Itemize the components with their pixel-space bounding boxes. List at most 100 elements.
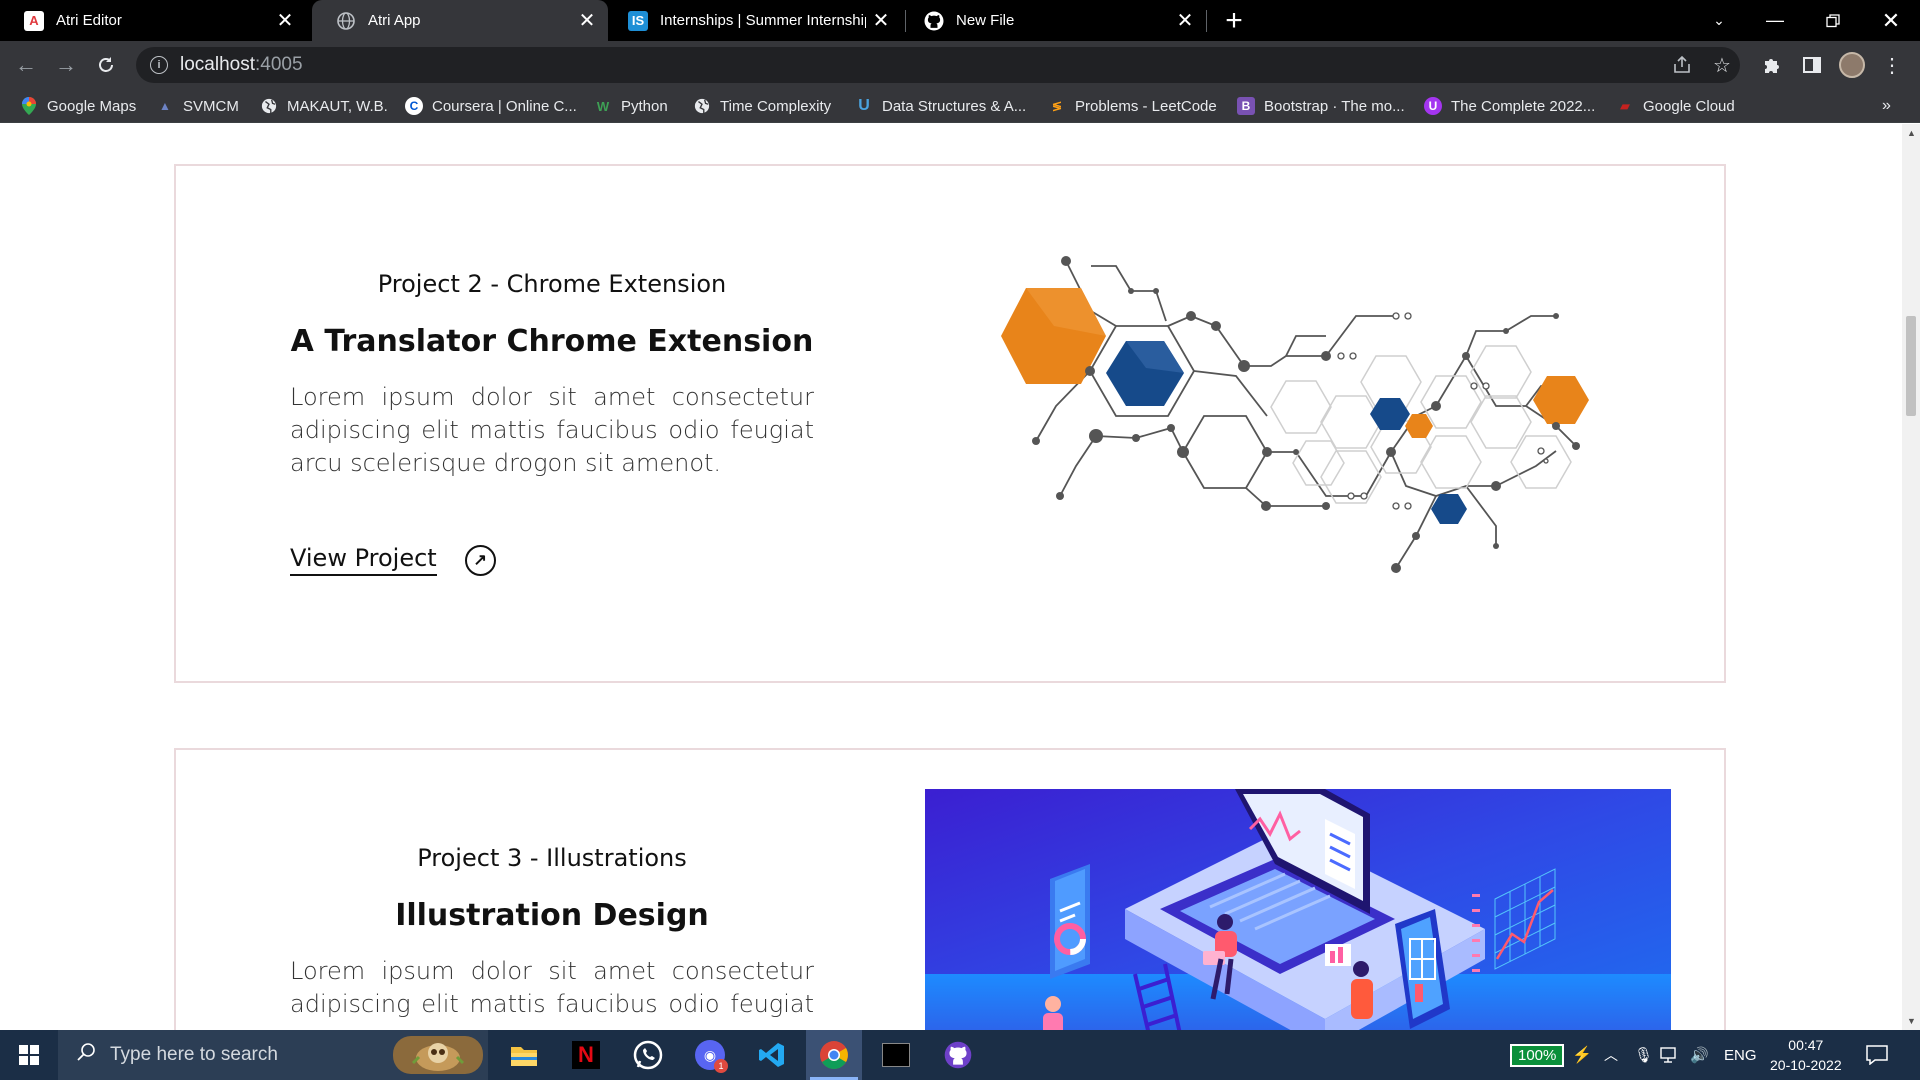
extensions-puzzle-icon[interactable] bbox=[1756, 49, 1788, 81]
search-highlight-sloth-icon bbox=[393, 1036, 483, 1074]
vscode-icon[interactable] bbox=[744, 1030, 800, 1080]
discord-icon[interactable]: ◉ 1 bbox=[682, 1030, 738, 1080]
globe-icon bbox=[260, 97, 278, 115]
project-kicker: Project 3 - Illustrations bbox=[417, 844, 687, 872]
search-icon bbox=[76, 1042, 96, 1068]
maps-pin-icon bbox=[20, 97, 38, 115]
share-icon[interactable] bbox=[1666, 49, 1698, 81]
project-heading: Illustration Design bbox=[395, 898, 709, 933]
view-project-link[interactable]: View Project ↗ bbox=[290, 544, 496, 576]
arrow-up-right-icon[interactable]: ↗ bbox=[464, 544, 496, 576]
profile-avatar[interactable] bbox=[1836, 49, 1868, 81]
udemy-icon: U bbox=[858, 97, 870, 114]
tab-atri-app[interactable]: Atri App ✕ bbox=[312, 0, 608, 41]
new-tab-button[interactable]: + bbox=[1218, 0, 1250, 41]
project-description: Lorem ipsum dolor sit amet consectetur a… bbox=[290, 957, 814, 1030]
bookmark-google-cloud[interactable]: ▰ Google Cloud bbox=[1616, 89, 1734, 123]
reload-icon[interactable] bbox=[90, 49, 122, 81]
page-viewport: Project 2 - Chrome Extension A Translato… bbox=[0, 124, 1902, 1030]
atri-logo-icon: A bbox=[24, 10, 44, 31]
github-icon bbox=[924, 11, 944, 31]
menu-kebab-icon[interactable]: ⋮ bbox=[1876, 49, 1908, 81]
clock-date: 20-10-2022 bbox=[1770, 1057, 1842, 1073]
show-hidden-icons-chevron-icon[interactable]: ︿ bbox=[1604, 1030, 1618, 1080]
search-placeholder: Type here to search bbox=[110, 1044, 278, 1065]
scrollbar-thumb[interactable] bbox=[1906, 316, 1916, 416]
bookmark-google-maps[interactable]: Google Maps bbox=[20, 89, 136, 123]
tab-title: Internships | Summer Internship 2 bbox=[660, 12, 866, 29]
close-tab-icon[interactable]: ✕ bbox=[866, 8, 896, 33]
github-desktop-icon[interactable] bbox=[930, 1030, 986, 1080]
bookmark-label: Time Complexity bbox=[720, 97, 832, 115]
site-info-icon[interactable]: i bbox=[150, 56, 168, 74]
tab-title: New File bbox=[956, 12, 1015, 29]
close-window-button[interactable]: ✕ bbox=[1866, 0, 1916, 41]
bookmark-label: Coursera | Online C... bbox=[432, 97, 577, 115]
bookmark-label: SVMCM bbox=[183, 97, 239, 115]
bookmark-complete-2022[interactable]: U The Complete 2022... bbox=[1424, 89, 1595, 123]
tab-new-file[interactable]: New File ✕ bbox=[900, 0, 1206, 41]
battery-indicator[interactable]: 100% ⚡ bbox=[1510, 1030, 1592, 1080]
restore-button[interactable] bbox=[1808, 0, 1858, 41]
scroll-down-arrow-icon[interactable]: ▼ bbox=[1907, 1016, 1916, 1026]
chrome-icon[interactable] bbox=[806, 1030, 862, 1080]
minimize-button[interactable]: — bbox=[1750, 0, 1800, 41]
close-tab-icon[interactable]: ✕ bbox=[572, 8, 602, 33]
close-tab-icon[interactable]: ✕ bbox=[270, 8, 300, 33]
bookmark-leetcode[interactable]: ≶ Problems - LeetCode bbox=[1048, 89, 1217, 123]
w3-icon: W bbox=[596, 98, 610, 114]
page-scrollbar[interactable]: ▲ ▼ bbox=[1902, 124, 1920, 1030]
bookmark-time-complexity[interactable]: Time Complexity bbox=[693, 89, 831, 123]
taskbar-search-box[interactable]: Type here to search bbox=[58, 1030, 488, 1080]
internshala-icon: IS bbox=[628, 10, 648, 31]
tab-atri-editor[interactable]: A Atri Editor ✕ bbox=[0, 0, 306, 41]
bookmark-data-structures[interactable]: U Data Structures & A... bbox=[855, 89, 1026, 123]
more-bookmarks-chevron-icon[interactable]: » bbox=[1882, 89, 1891, 123]
address-bar[interactable]: i localhost:4005 bbox=[136, 47, 1740, 83]
tab-internships[interactable]: IS Internships | Summer Internship 2 ✕ bbox=[604, 0, 902, 41]
file-explorer-icon[interactable] bbox=[496, 1030, 552, 1080]
udemy-icon: U bbox=[1424, 97, 1442, 115]
netflix-icon[interactable]: N bbox=[558, 1030, 614, 1080]
coursera-icon: C bbox=[405, 97, 423, 115]
microphone-icon[interactable]: 🎙 bbox=[1634, 1030, 1653, 1080]
bookmark-python[interactable]: W Python bbox=[594, 89, 668, 123]
tab-title: Atri App bbox=[368, 12, 421, 29]
bookmark-label: Problems - LeetCode bbox=[1075, 97, 1217, 115]
terminal-icon[interactable] bbox=[868, 1030, 924, 1080]
project-description: Lorem ipsum dolor sit amet consectetur a… bbox=[290, 383, 814, 477]
leetcode-icon: ≶ bbox=[1051, 99, 1063, 113]
close-tab-icon[interactable]: ✕ bbox=[1170, 8, 1200, 33]
view-project-label[interactable]: View Project bbox=[290, 544, 437, 576]
battery-percent: 100% bbox=[1510, 1043, 1565, 1067]
cloud-icon: ▰ bbox=[1620, 99, 1630, 113]
tab-search-icon[interactable]: ⌄ bbox=[1694, 0, 1744, 41]
bookmark-star-icon[interactable]: ☆ bbox=[1706, 49, 1738, 81]
bookmark-coursera[interactable]: C Coursera | Online C... bbox=[405, 89, 577, 123]
whatsapp-icon[interactable] bbox=[620, 1030, 676, 1080]
language-indicator[interactable]: ENG bbox=[1724, 1030, 1757, 1080]
windows-start-icon[interactable] bbox=[0, 1030, 58, 1080]
bookmark-label: Bootstrap · The mo... bbox=[1264, 97, 1405, 115]
bookmark-label: Python bbox=[621, 97, 668, 115]
clock[interactable]: 00:47 20-10-2022 bbox=[1770, 1030, 1842, 1080]
notifications-icon[interactable] bbox=[1866, 1030, 1888, 1080]
bookmark-svmcm[interactable]: ▲ SVMCM bbox=[156, 89, 239, 123]
scroll-up-arrow-icon[interactable]: ▲ bbox=[1907, 128, 1916, 138]
hexagon-network-illustration bbox=[1001, 256, 1589, 573]
clock-time: 00:47 bbox=[1788, 1037, 1824, 1053]
volume-icon[interactable]: 🔊 bbox=[1690, 1030, 1709, 1080]
project-card-2: Project 2 - Chrome Extension A Translato… bbox=[174, 164, 1726, 683]
project-card-3: Project 3 - Illustrations Illustration D… bbox=[174, 748, 1726, 1030]
forward-arrow-icon[interactable]: → bbox=[50, 49, 82, 81]
bookmark-bootstrap[interactable]: B Bootstrap · The mo... bbox=[1237, 89, 1405, 123]
charging-bolt-icon: ⚡ bbox=[1572, 1047, 1593, 1064]
url-host: localhost bbox=[180, 54, 255, 75]
back-arrow-icon[interactable]: ← bbox=[10, 49, 42, 81]
tab-title: Atri Editor bbox=[56, 12, 122, 29]
network-icon[interactable] bbox=[1660, 1030, 1680, 1080]
bookmark-makaut[interactable]: MAKAUT, W.B. bbox=[260, 89, 388, 123]
side-panel-icon[interactable] bbox=[1796, 49, 1828, 81]
bookmarks-bar: Google Maps ▲ SVMCM MAKAUT, W.B. C Cours… bbox=[0, 89, 1920, 123]
windows-taskbar: Type here to search N ◉ 1 100% ⚡ ︿ 🎙 🔊 EN… bbox=[0, 1030, 1920, 1080]
